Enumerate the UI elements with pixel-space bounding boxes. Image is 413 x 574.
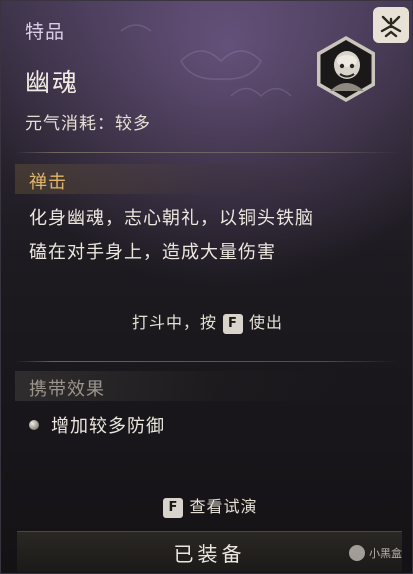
watermark-logo-icon (349, 545, 365, 561)
item-name: 幽魂 (25, 68, 80, 97)
skill-description-line: 磕在对手身上，造成大量伤害 (29, 242, 276, 263)
skill-description: 化身幽魂，志心朝礼，以铜头铁脑 磕在对手身上，造成大量伤害 (29, 202, 389, 270)
divider (15, 361, 400, 362)
key-f-icon: F (223, 313, 243, 334)
preview-button[interactable]: F 查看试演 (1, 493, 413, 518)
usage-suffix: 使出 (249, 313, 284, 332)
list-item: 增加较多防御 (29, 411, 165, 439)
skill-description-line: 化身幽魂，志心朝礼，以铜头铁脑 (29, 208, 314, 229)
watermark-text: 小黑盒 (369, 547, 402, 560)
preview-label: 查看试演 (189, 497, 258, 516)
divider (15, 152, 400, 153)
energy-cost-label: 元气消耗：较多 (25, 114, 151, 134)
equip-label: 已装备 (173, 541, 246, 566)
rarity-label: 特品 (25, 21, 66, 43)
bullet-icon (29, 420, 39, 430)
skill-section-title: 禅击 (29, 172, 67, 193)
equip-status-button[interactable]: 已装备 (17, 531, 402, 572)
key-f-icon: F (163, 497, 184, 518)
skill-usage-hint: 打斗中，按 F 使出 (1, 309, 413, 334)
usage-prefix: 打斗中，按 (131, 313, 217, 332)
carry-effect-title: 携带效果 (29, 379, 105, 400)
effect-text: 增加较多防御 (51, 416, 165, 437)
ghost-monk-portrait-icon (317, 36, 375, 102)
corner-badge-icon (373, 7, 409, 43)
item-tooltip-panel: 特品 幽魂 元气消耗：较多 禅击 化身幽魂，志心朝礼，以铜头铁脑 磕在对手身上，… (0, 0, 413, 574)
watermark: 小黑盒 (349, 545, 402, 561)
